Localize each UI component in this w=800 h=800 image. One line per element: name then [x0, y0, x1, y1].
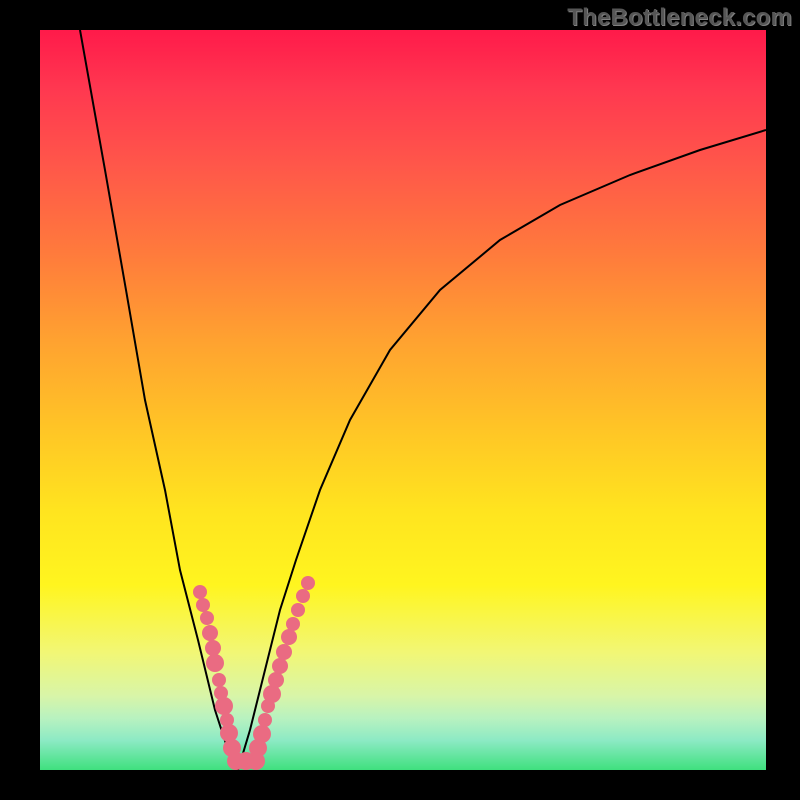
marker-point — [296, 589, 310, 603]
marker-point — [196, 598, 210, 612]
curve-svg — [40, 30, 766, 770]
marker-point — [301, 576, 315, 590]
marker-point — [258, 713, 272, 727]
marker-point — [253, 725, 271, 743]
marker-point — [263, 685, 281, 703]
marker-point — [193, 585, 207, 599]
chart-container: TheBottleneck.com — [0, 0, 800, 800]
marker-point — [291, 603, 305, 617]
curve-curve-right — [238, 130, 766, 770]
marker-point — [281, 629, 297, 645]
markers-group — [193, 576, 315, 770]
marker-point — [268, 672, 284, 688]
marker-point — [272, 658, 288, 674]
marker-point — [286, 617, 300, 631]
curves-group — [80, 30, 766, 770]
marker-point — [215, 697, 233, 715]
marker-point — [212, 673, 226, 687]
watermark-text: TheBottleneck.com — [567, 4, 792, 32]
marker-point — [220, 724, 238, 742]
marker-point — [276, 644, 292, 660]
marker-point — [202, 625, 218, 641]
marker-point — [206, 654, 224, 672]
plot-area — [40, 30, 766, 770]
marker-point — [200, 611, 214, 625]
marker-point — [205, 640, 221, 656]
